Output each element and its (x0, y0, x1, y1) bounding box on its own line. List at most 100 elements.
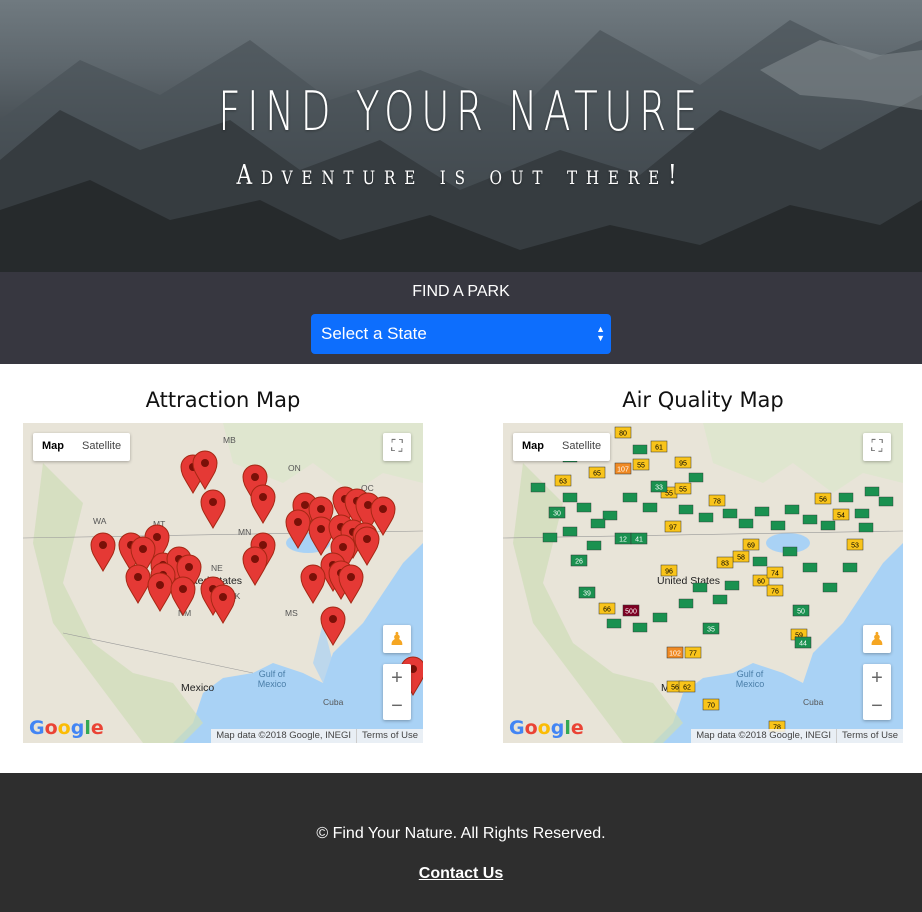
aqi-station-marker[interactable] (590, 518, 606, 529)
aqi-badge[interactable]: 60 (752, 574, 770, 587)
aqi-badge[interactable]: 33 (650, 480, 668, 493)
aqi-station-marker[interactable] (562, 492, 578, 503)
zoom-out-button[interactable]: − (863, 692, 891, 720)
aqi-badge[interactable]: 53 (846, 538, 864, 551)
attraction-marker[interactable] (300, 564, 326, 605)
aqi-badge[interactable]: 62 (678, 680, 696, 693)
aqi-badge[interactable]: 55 (632, 458, 650, 471)
aqi-badge[interactable]: 95 (674, 456, 692, 469)
aqi-badge[interactable]: 55 (674, 482, 692, 495)
aqi-badge[interactable]: 80 (614, 426, 632, 439)
attraction-marker[interactable] (90, 532, 116, 573)
aqi-station-marker[interactable] (782, 546, 798, 557)
map-type-satellite-button[interactable]: Satellite (73, 433, 130, 461)
aqi-station-marker[interactable] (678, 504, 694, 515)
aqi-station-marker[interactable] (820, 520, 836, 531)
aqi-badge[interactable]: 83 (716, 556, 734, 569)
aqi-station-marker[interactable] (586, 540, 602, 551)
attraction-marker[interactable] (250, 484, 276, 525)
aqi-badge[interactable]: 58 (732, 550, 750, 563)
aqi-station-marker[interactable] (530, 482, 546, 493)
aqi-station-marker[interactable] (878, 496, 894, 507)
aqi-station-marker[interactable] (692, 582, 708, 593)
attraction-marker[interactable] (125, 564, 151, 605)
aqi-badge[interactable]: 56 (814, 492, 832, 505)
pegman-icon[interactable]: ♟ (383, 625, 411, 653)
fullscreen-icon[interactable]: ⛶ (863, 433, 891, 461)
zoom-out-button[interactable]: − (383, 692, 411, 720)
aqi-badge[interactable]: 74 (766, 566, 784, 579)
aqi-station-marker[interactable] (562, 526, 578, 537)
terms-of-use-link[interactable]: Terms of Use (356, 729, 423, 743)
aqi-badge[interactable]: 69 (742, 538, 760, 551)
aqi-badge[interactable]: 44 (794, 636, 812, 649)
aqi-badge[interactable]: 66 (598, 602, 616, 615)
aqi-station-marker[interactable] (688, 472, 704, 483)
aqi-station-marker[interactable] (542, 532, 558, 543)
aqi-station-marker[interactable] (738, 518, 754, 529)
terms-of-use-link[interactable]: Terms of Use (836, 729, 903, 743)
map-type-map-button[interactable]: Map (513, 433, 553, 461)
attraction-marker[interactable] (338, 564, 364, 605)
aqi-station-marker[interactable] (722, 508, 738, 519)
aqi-badge[interactable]: 102 (666, 646, 684, 659)
zoom-in-button[interactable]: + (383, 664, 411, 692)
aqi-station-marker[interactable] (822, 582, 838, 593)
aqi-station-marker[interactable] (622, 492, 638, 503)
aqi-station-marker[interactable] (752, 556, 768, 567)
aqi-badge[interactable]: 50 (792, 604, 810, 617)
attraction-marker[interactable] (200, 489, 226, 530)
aqi-badge[interactable]: 26 (570, 554, 588, 567)
zoom-in-button[interactable]: + (863, 664, 891, 692)
aqi-station-marker[interactable] (838, 492, 854, 503)
aqi-station-marker[interactable] (576, 502, 592, 513)
aqi-badge[interactable]: 63 (554, 474, 572, 487)
aqi-station-marker[interactable] (632, 444, 648, 455)
map-type-map-button[interactable]: Map (33, 433, 73, 461)
aqi-badge[interactable]: 54 (832, 508, 850, 521)
aqi-badge[interactable]: 39 (578, 586, 596, 599)
aqi-badge[interactable]: 65 (588, 466, 606, 479)
aqi-station-marker[interactable] (698, 512, 714, 523)
aqi-station-marker[interactable] (854, 508, 870, 519)
aqi-station-marker[interactable] (858, 522, 874, 533)
aqi-badge[interactable]: 76 (766, 584, 784, 597)
aqi-station-marker[interactable] (754, 506, 770, 517)
map-type-satellite-button[interactable]: Satellite (553, 433, 610, 461)
aqi-badge[interactable]: 41 (630, 532, 648, 545)
aqi-badge[interactable]: 107 (614, 462, 632, 475)
aqi-badge[interactable]: 77 (684, 646, 702, 659)
aqi-station-marker[interactable] (864, 486, 880, 497)
aqi-station-marker[interactable] (802, 514, 818, 525)
aqi-station-marker[interactable] (632, 622, 648, 633)
aqi-station-marker[interactable] (802, 562, 818, 573)
attraction-marker[interactable] (170, 576, 196, 617)
air-quality-map[interactable]: United States Mexico Gulf of Mexico Cuba… (503, 423, 903, 743)
attraction-marker[interactable] (285, 509, 311, 550)
aqi-station-marker[interactable] (652, 612, 668, 623)
aqi-station-marker[interactable] (770, 520, 786, 531)
aqi-badge[interactable]: 30 (548, 506, 566, 519)
aqi-station-marker[interactable] (842, 562, 858, 573)
aqi-station-marker[interactable] (712, 594, 728, 605)
aqi-badge[interactable]: 61 (650, 440, 668, 453)
aqi-badge[interactable]: 12 (614, 532, 632, 545)
aqi-badge[interactable]: 70 (702, 698, 720, 711)
attraction-marker[interactable] (242, 546, 268, 587)
aqi-station-marker[interactable] (678, 598, 694, 609)
aqi-station-marker[interactable] (784, 504, 800, 515)
aqi-station-marker[interactable] (602, 510, 618, 521)
state-select[interactable]: Select a State ▲ ▼ (311, 314, 611, 354)
pegman-icon[interactable]: ♟ (863, 625, 891, 653)
fullscreen-icon[interactable]: ⛶ (383, 433, 411, 461)
attraction-marker[interactable] (320, 606, 346, 647)
aqi-badge[interactable]: 78 (708, 494, 726, 507)
attraction-marker[interactable] (354, 526, 380, 567)
attraction-map[interactable]: MB ON QC WA MT MN OR NE IA United States… (23, 423, 423, 743)
aqi-badge[interactable]: 97 (664, 520, 682, 533)
contact-us-link[interactable]: Contact Us (419, 865, 503, 882)
aqi-station-marker[interactable] (606, 618, 622, 629)
aqi-station-marker[interactable] (724, 580, 740, 591)
aqi-badge[interactable]: 35 (702, 622, 720, 635)
attraction-marker[interactable] (210, 584, 236, 625)
